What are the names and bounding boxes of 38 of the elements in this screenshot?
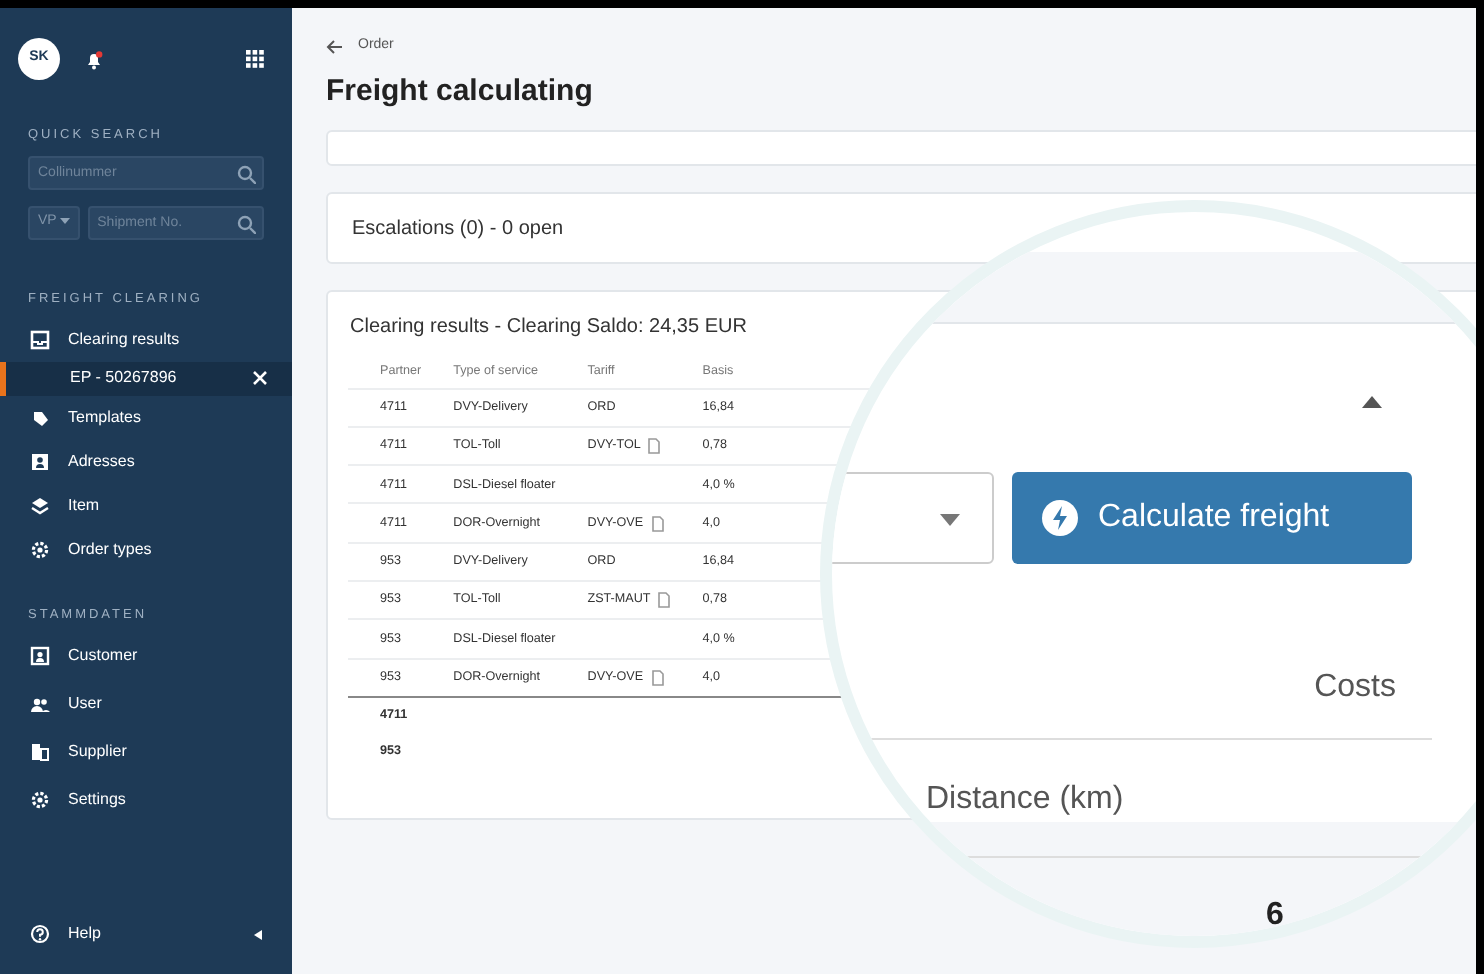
nav-subitem[interactable]: EP - 50267896 — [0, 361, 292, 395]
caret-down-icon — [59, 218, 70, 227]
gear-icon — [30, 539, 50, 559]
card-title: Clearing results - Clearing Saldo: 24,35 EUR — [348, 314, 747, 342]
nav-item[interactable]: Customer — [0, 632, 292, 681]
contact-card-icon — [30, 451, 50, 471]
apps-grid-icon — [246, 50, 264, 68]
layers-icon — [30, 495, 50, 515]
dropdown-field[interactable] — [832, 472, 994, 564]
card-title: Escalations (0) - 0 open — [352, 215, 564, 243]
column-header: Costs — [1314, 668, 1396, 708]
tag-icon — [30, 407, 50, 427]
help-link[interactable]: Help — [0, 906, 292, 962]
help-icon — [30, 924, 50, 944]
users-icon — [30, 694, 50, 715]
nav-item[interactable]: User — [0, 680, 292, 729]
nav-item[interactable]: Order types — [0, 527, 292, 571]
gear-icon — [30, 790, 50, 811]
close-icon — [252, 370, 268, 386]
nav-item[interactable]: Templates — [0, 395, 292, 439]
page-title: Freight calculating — [326, 71, 593, 111]
nav-item[interactable]: Adresses — [0, 439, 292, 483]
nav-item[interactable]: Item — [0, 483, 292, 527]
search-icon — [236, 163, 256, 184]
inbox-icon — [30, 329, 50, 349]
nav-item[interactable]: Clearing results — [0, 317, 292, 361]
lightning-icon — [1042, 500, 1078, 536]
row-label: Distance (km) — [926, 780, 1124, 820]
calculate-freight-button[interactable]: Calculate freight — [1012, 472, 1412, 564]
collapse-caret-icon — [254, 929, 262, 939]
search-icon — [236, 213, 256, 234]
nav-item[interactable]: Settings — [0, 776, 292, 825]
caret-down-icon — [940, 514, 960, 526]
table-cell-text: 6 — [1266, 896, 1284, 936]
back-arrow-icon — [326, 39, 342, 54]
building-icon — [30, 742, 50, 763]
contact-card-icon — [30, 646, 50, 667]
nav-item[interactable]: Supplier — [0, 728, 292, 777]
